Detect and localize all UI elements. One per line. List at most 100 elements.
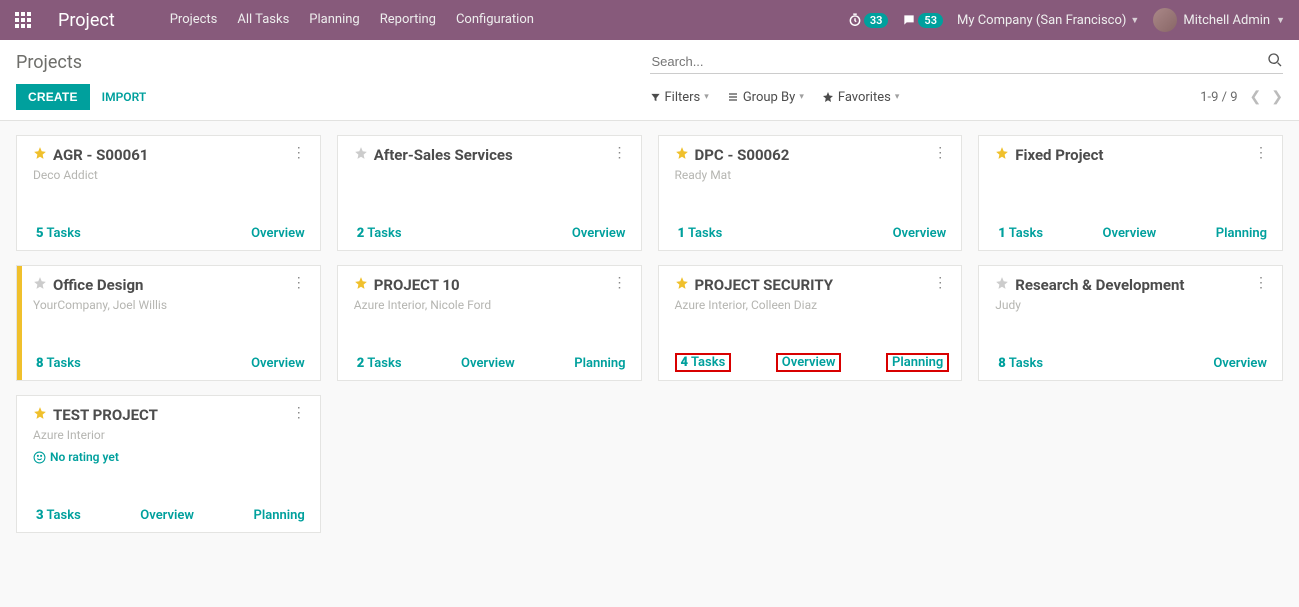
star-toggle[interactable] [33, 146, 47, 160]
caret-down-icon: ▼ [1130, 15, 1139, 26]
search-icon[interactable] [1267, 52, 1283, 68]
tasks-link[interactable]: 8 Tasks [33, 355, 84, 372]
apps-icon[interactable] [8, 12, 38, 28]
project-card[interactable]: Office Design ⋮ YourCompany, Joel Willis… [16, 265, 321, 381]
project-card[interactable]: PROJECT 10 ⋮ Azure Interior, Nicole Ford… [337, 265, 642, 381]
overview-link[interactable]: Overview [890, 225, 950, 242]
user-name: Mitchell Admin [1183, 13, 1270, 28]
messages-count: 53 [918, 13, 943, 28]
card-menu-icon[interactable]: ⋮ [290, 146, 308, 160]
card-menu-icon[interactable]: ⋮ [1252, 146, 1270, 160]
company-name: My Company (San Francisco) [957, 13, 1126, 28]
tasks-link[interactable]: 8 Tasks [995, 355, 1046, 372]
card-menu-icon[interactable]: ⋮ [611, 276, 629, 290]
search-input[interactable] [650, 50, 1284, 74]
project-card[interactable]: PROJECT SECURITY ⋮ Azure Interior, Colle… [658, 265, 963, 381]
create-button[interactable]: CREATE [16, 84, 90, 110]
card-subtitle: YourCompany, Joel Willis [33, 298, 308, 312]
project-card[interactable]: AGR - S00061 ⋮ Deco Addict 5 TasksOvervi… [16, 135, 321, 251]
project-card[interactable]: After-Sales Services ⋮ 2 TasksOverview [337, 135, 642, 251]
pager-prev[interactable]: ❮ [1250, 89, 1262, 105]
pager-next[interactable]: ❯ [1271, 89, 1283, 105]
star-toggle[interactable] [675, 276, 689, 290]
navbar: Project Projects All Tasks Planning Repo… [0, 0, 1299, 40]
card-subtitle: Azure Interior [33, 428, 308, 442]
filters-label: Filters [665, 90, 701, 105]
project-card[interactable]: TEST PROJECT ⋮ Azure Interior No rating … [16, 395, 321, 533]
messages-badge[interactable]: 53 [902, 13, 943, 28]
rating-badge[interactable]: No rating yet [33, 450, 308, 464]
overview-link[interactable]: Overview [569, 225, 629, 242]
project-card[interactable]: Research & Development ⋮ Judy 8 TasksOve… [978, 265, 1283, 381]
overview-link[interactable]: Overview [248, 355, 308, 372]
star-toggle[interactable] [354, 276, 368, 290]
card-menu-icon[interactable]: ⋮ [290, 406, 308, 420]
tasks-link[interactable]: 1 Tasks [675, 225, 726, 242]
star-icon [822, 91, 834, 103]
tasks-link[interactable]: 2 Tasks [354, 225, 405, 242]
project-card[interactable]: Fixed Project ⋮ 1 TasksOverviewPlanning [978, 135, 1283, 251]
company-selector[interactable]: My Company (San Francisco) ▼ [957, 13, 1139, 28]
card-title: PROJECT SECURITY [695, 276, 834, 294]
card-menu-icon[interactable]: ⋮ [290, 276, 308, 290]
star-toggle[interactable] [33, 406, 47, 420]
star-toggle[interactable] [354, 146, 368, 160]
user-menu[interactable]: Mitchell Admin ▼ [1153, 8, 1291, 32]
overview-link[interactable]: Overview [1100, 225, 1160, 242]
filters-dropdown[interactable]: Filters ▾ [650, 90, 709, 105]
timer-count: 33 [864, 13, 889, 28]
card-menu-icon[interactable]: ⋮ [931, 146, 949, 160]
tasks-link[interactable]: 5 Tasks [33, 225, 84, 242]
breadcrumb: Projects [16, 52, 82, 73]
nav-menu: Projects All Tasks Planning Reporting Co… [160, 0, 544, 40]
import-button[interactable]: IMPORT [102, 90, 147, 104]
nav-item-reporting[interactable]: Reporting [370, 0, 446, 40]
card-footer: 4 Tasks Overview Planning [675, 345, 950, 372]
overview-link[interactable]: Overview [137, 507, 197, 524]
tasks-link[interactable]: 2 Tasks [354, 355, 405, 372]
caret-down-icon: ▾ [895, 92, 900, 102]
planning-link[interactable]: Planning [251, 507, 308, 524]
tasks-link[interactable]: 1 Tasks [995, 225, 1046, 242]
nav-item-all-tasks[interactable]: All Tasks [227, 0, 299, 40]
pager: 1-9 / 9 ❮ ❯ [1200, 89, 1283, 105]
timer-badge[interactable]: 33 [848, 13, 889, 28]
project-card[interactable]: DPC - S00062 ⋮ Ready Mat 1 TasksOverview [658, 135, 963, 251]
card-subtitle: Azure Interior, Colleen Diaz [675, 298, 950, 312]
kanban-view: AGR - S00061 ⋮ Deco Addict 5 TasksOvervi… [0, 121, 1299, 547]
brand[interactable]: Project [58, 10, 115, 31]
planning-link[interactable]: Planning [1213, 225, 1270, 242]
card-subtitle: Azure Interior, Nicole Ford [354, 298, 629, 312]
tasks-link[interactable]: 3 Tasks [33, 507, 84, 524]
nav-item-projects[interactable]: Projects [160, 0, 228, 40]
favorites-dropdown[interactable]: Favorites ▾ [822, 90, 900, 105]
caret-down-icon: ▼ [1276, 15, 1285, 26]
nav-item-planning[interactable]: Planning [299, 0, 369, 40]
favorites-label: Favorites [838, 90, 891, 105]
overview-link[interactable]: Overview [776, 353, 842, 372]
list-icon [727, 91, 739, 103]
tasks-link[interactable]: 4 Tasks [675, 353, 732, 372]
card-menu-icon[interactable]: ⋮ [1252, 276, 1270, 290]
control-panel: Projects CREATE IMPORT Filters ▾ [0, 40, 1299, 121]
planning-link[interactable]: Planning [571, 355, 628, 372]
star-toggle[interactable] [675, 146, 689, 160]
card-subtitle: Ready Mat [675, 168, 950, 182]
groupby-label: Group By [743, 90, 796, 105]
card-menu-icon[interactable]: ⋮ [611, 146, 629, 160]
star-toggle[interactable] [33, 276, 47, 290]
card-title: TEST PROJECT [53, 406, 158, 424]
overview-link[interactable]: Overview [1210, 355, 1270, 372]
star-toggle[interactable] [995, 146, 1009, 160]
search-wrap [650, 50, 1284, 74]
card-footer: 2 Tasks Overview Planning [354, 347, 629, 372]
avatar [1153, 8, 1177, 32]
card-title: PROJECT 10 [374, 276, 460, 294]
groupby-dropdown[interactable]: Group By ▾ [727, 90, 804, 105]
planning-link[interactable]: Planning [886, 353, 949, 372]
card-menu-icon[interactable]: ⋮ [931, 276, 949, 290]
overview-link[interactable]: Overview [248, 225, 308, 242]
overview-link[interactable]: Overview [458, 355, 518, 372]
star-toggle[interactable] [995, 276, 1009, 290]
nav-item-configuration[interactable]: Configuration [446, 0, 544, 40]
